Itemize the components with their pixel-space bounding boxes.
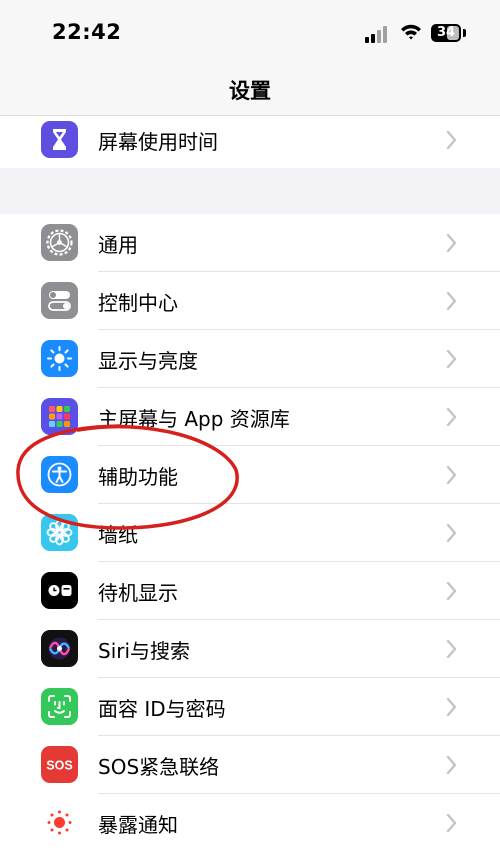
chevron-right-icon [446,581,457,601]
settings-item-exposure-notifications[interactable]: 暴露通知 [0,794,500,852]
chevron-right-icon [446,639,457,659]
chevron-right-icon [446,755,457,775]
chevron-right-icon [446,349,457,369]
settings-item-face-id-passcode[interactable]: 面容 ID与密码 [0,678,500,736]
settings-item-label: 屏幕使用时间 [98,130,218,154]
settings-item-label: SOS紧急联络 [98,755,220,779]
accessibility-icon [41,456,78,493]
settings-item-label: 控制中心 [98,291,178,315]
status-bar: 22:42 34 [0,0,500,64]
svg-text:SOS: SOS [46,759,72,773]
battery-level: 34 [436,25,456,40]
cellular-signal-icon [365,25,391,43]
settings-item-label: 待机显示 [98,581,178,605]
chevron-right-icon [446,465,457,485]
face-id-icon [41,688,78,725]
settings-group-main: 通用 控制中心 显示与亮度 主屏幕与 App 资源库 辅助功能 墙纸 待机显示 … [0,214,500,854]
settings-item-siri-search[interactable]: Siri与搜索 [0,620,500,678]
settings-item-emergency-sos[interactable]: SOS SOS紧急联络 [0,736,500,794]
settings-item-label: Siri与搜索 [98,639,191,663]
sun-icon [41,340,78,377]
gear-icon [41,224,78,261]
settings-item-label: 通用 [98,233,138,257]
chevron-right-icon [446,697,457,717]
settings-item-general[interactable]: 通用 [0,214,500,272]
page-title: 设置 [229,79,271,103]
navigation-bar: 设置 [0,64,500,116]
toggles-icon [41,282,78,319]
chevron-right-icon [446,407,457,427]
chevron-right-icon [446,233,457,253]
settings-item-standby[interactable]: 待机显示 [0,562,500,620]
settings-item-home-screen-app-library[interactable]: 主屏幕与 App 资源库 [0,388,500,446]
settings-item-label: 主屏幕与 App 资源库 [98,407,290,431]
settings-item-wallpaper[interactable]: 墙纸 [0,504,500,562]
flower-icon [41,514,78,551]
settings-item-control-center[interactable]: 控制中心 [0,272,500,330]
settings-item-display-brightness[interactable]: 显示与亮度 [0,330,500,388]
app-grid-icon [41,398,78,435]
chevron-right-icon [446,130,457,150]
hourglass-icon [41,121,78,158]
settings-item-label: 墙纸 [98,523,138,547]
settings-item-label: 面容 ID与密码 [98,697,226,721]
battery-icon: 34 [431,24,461,42]
settings-item-label: 暴露通知 [98,813,178,837]
sos-icon: SOS [41,746,78,783]
settings-item-label: 显示与亮度 [98,349,198,373]
settings-item-screen-time[interactable]: 屏幕使用时间 [0,116,500,168]
settings-item-accessibility[interactable]: 辅助功能 [0,446,500,504]
wifi-icon [399,23,423,41]
exposure-icon [41,804,78,841]
settings-group-screen-time: 屏幕使用时间 [0,116,500,168]
siri-icon [41,630,78,667]
chevron-right-icon [446,813,457,833]
standby-icon [41,572,78,609]
settings-item-label: 辅助功能 [98,465,178,489]
chevron-right-icon [446,291,457,311]
battery-cap [463,29,466,37]
chevron-right-icon [446,523,457,543]
status-time: 22:42 [52,20,122,44]
